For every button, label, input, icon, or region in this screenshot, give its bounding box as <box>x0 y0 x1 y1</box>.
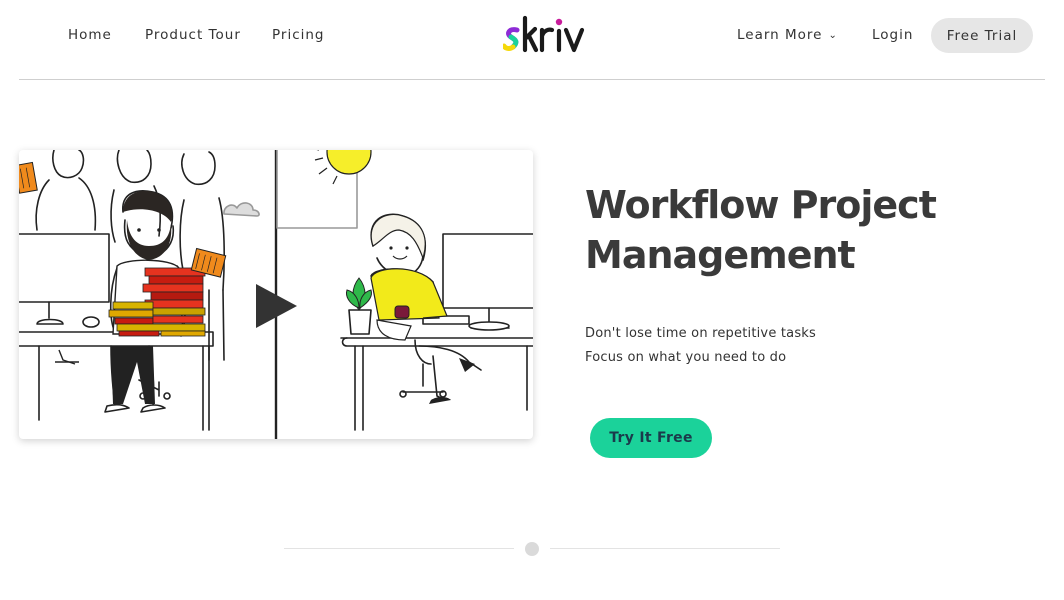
nav-login-link[interactable]: Login <box>872 27 913 43</box>
free-trial-button[interactable]: Free Trial <box>931 18 1033 53</box>
top-navigation: Home Product Tour Pricing Learn More ⌄ Lo… <box>0 0 1064 80</box>
logo-mark <box>503 15 585 53</box>
hero-video-thumbnail[interactable] <box>19 150 533 439</box>
section-separator-dot <box>525 542 539 556</box>
chevron-down-icon: ⌄ <box>828 30 838 41</box>
hero-title: Workflow Project Management <box>585 183 937 277</box>
office-illustration <box>19 150 533 439</box>
section-separator-left <box>284 548 514 549</box>
nav-home-link[interactable]: Home <box>68 27 112 43</box>
nav-pricing-link[interactable]: Pricing <box>272 27 325 43</box>
nav-learn-more-label: Learn More <box>737 27 823 43</box>
try-it-free-button[interactable]: Try It Free <box>590 418 712 458</box>
nav-product-tour-link[interactable]: Product Tour <box>145 27 241 43</box>
header-divider <box>19 79 1045 80</box>
hero-subtitle-line-1: Don't lose time on repetitive tasks <box>585 326 816 341</box>
nav-learn-more-dropdown[interactable]: Learn More ⌄ <box>737 27 838 43</box>
section-separator-right <box>550 548 780 549</box>
hero-subtitle-line-2: Focus on what you need to do <box>585 350 787 365</box>
